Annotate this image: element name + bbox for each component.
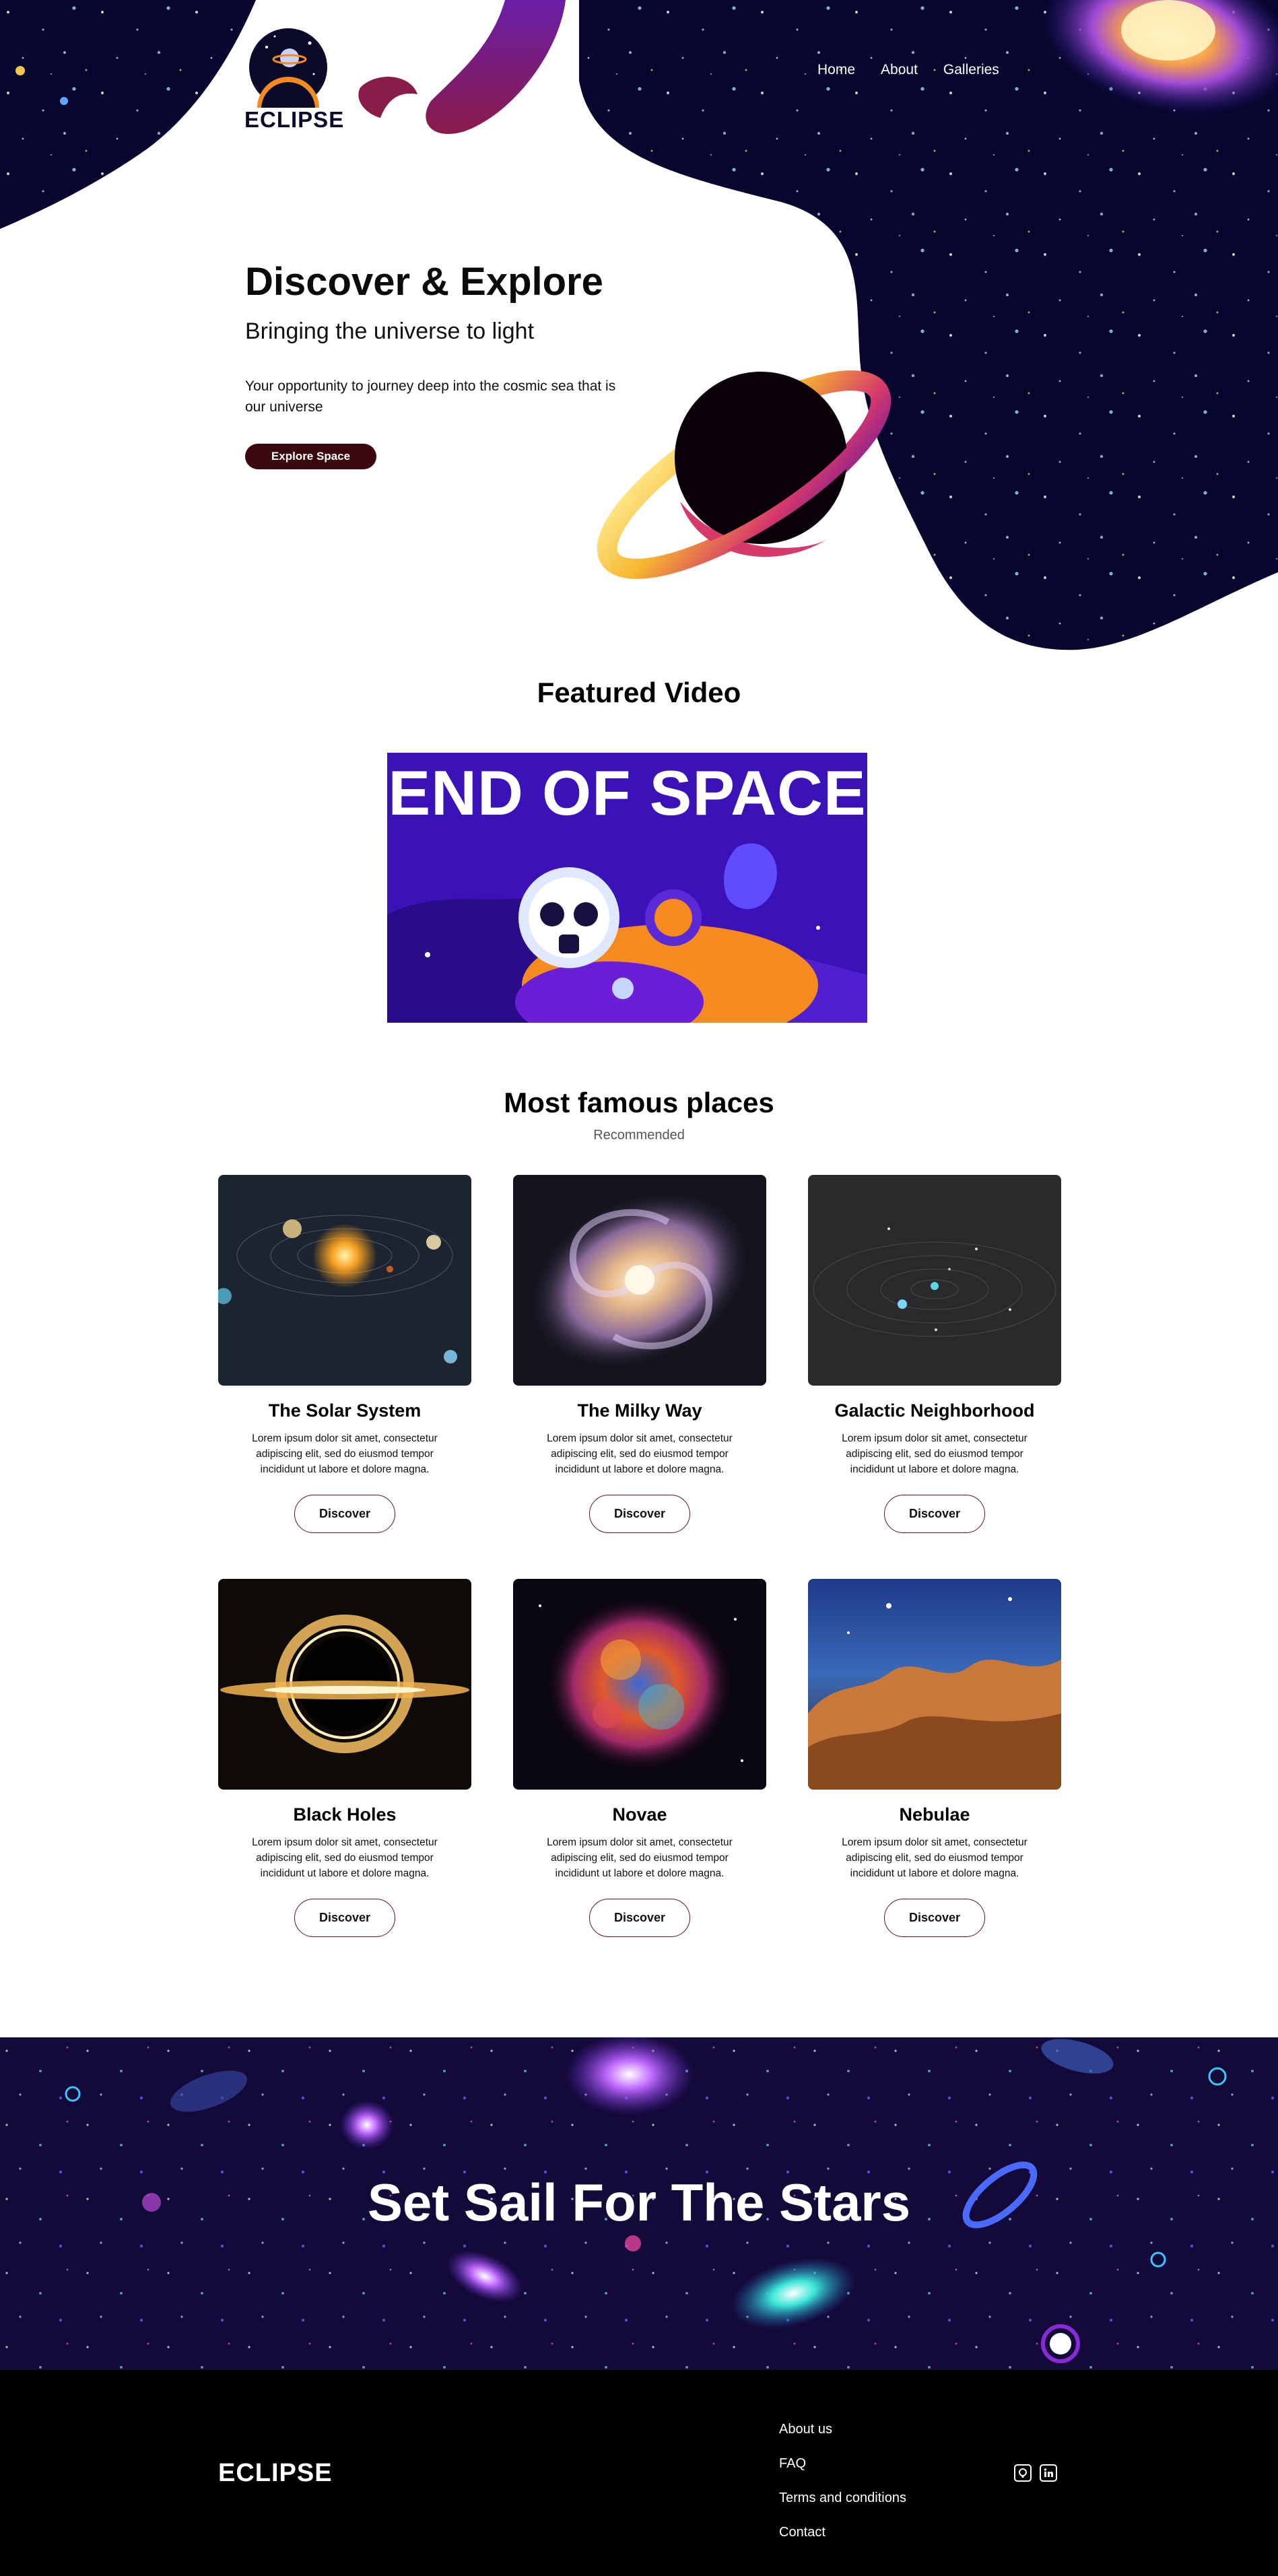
discover-button[interactable]: Discover — [884, 1899, 985, 1937]
linkedin-icon[interactable] — [1040, 2464, 1057, 2482]
footer-links: About us FAQ Terms and conditions Contac… — [779, 2421, 906, 2540]
famous-places-title: Most famous places — [504, 1087, 774, 1118]
black-hole-image — [218, 1579, 471, 1790]
card-description: Lorem ipsum dolor sit amet, consectetur … — [842, 1837, 1028, 1879]
discover-button[interactable]: Discover — [294, 1899, 395, 1937]
hero-subtitle: Bringing the universe to light — [245, 318, 535, 344]
card-title: Black Holes — [293, 1804, 397, 1825]
place-card-novae: Novae Lorem ipsum dolor sit amet, consec… — [513, 1579, 766, 1937]
discover-button[interactable]: Discover — [294, 1495, 395, 1533]
place-card-nebulae: Nebulae Lorem ipsum dolor sit amet, cons… — [808, 1579, 1061, 1937]
discover-button[interactable]: Discover — [884, 1495, 985, 1533]
discover-button[interactable]: Discover — [589, 1899, 690, 1937]
card-description: Lorem ipsum dolor sit amet, consectetur … — [252, 1837, 438, 1879]
milky-way-image — [513, 1175, 766, 1386]
github-icon[interactable] — [1014, 2464, 1032, 2482]
card-title: The Milky Way — [577, 1400, 702, 1421]
nav-about[interactable]: About — [881, 62, 918, 78]
galactic-neighborhood-image — [808, 1175, 1061, 1386]
featured-video-title: Featured Video — [537, 677, 741, 708]
famous-places-subtitle: Recommended — [593, 1128, 685, 1143]
logo-planet-icon — [249, 28, 327, 139]
nebula-image — [808, 1579, 1061, 1790]
place-card-black-holes: Black Holes Lorem ipsum dolor sit amet, … — [218, 1579, 471, 1937]
set-sail-banner: Set Sail For The Stars — [0, 2037, 1278, 2370]
hero-background — [0, 0, 1278, 667]
place-card-galactic-neighborhood: Galactic Neighborhood Lorem ipsum dolor … — [808, 1175, 1061, 1533]
card-title: Novae — [612, 1804, 667, 1825]
nova-image — [513, 1579, 766, 1790]
place-card-milky-way: The Milky Way Lorem ipsum dolor sit amet… — [513, 1175, 766, 1533]
page: ECLIPSE Home About Galleries Discover & … — [0, 0, 1278, 2576]
video-title: END OF SPACE — [388, 757, 867, 828]
card-description: Lorem ipsum dolor sit amet, consectetur … — [547, 1433, 733, 1475]
footer: ECLIPSE About us FAQ Terms and condition… — [0, 2370, 1278, 2576]
footer-link-about-us[interactable]: About us — [779, 2421, 906, 2437]
card-description: Lorem ipsum dolor sit amet, consectetur … — [252, 1433, 438, 1475]
hero-section: ECLIPSE Home About Galleries Discover & … — [0, 0, 1278, 667]
nav-galleries[interactable]: Galleries — [943, 62, 999, 78]
footer-logo[interactable]: ECLIPSE — [218, 2459, 333, 2488]
card-title: The Solar System — [268, 1400, 422, 1421]
place-card-solar-system: The Solar System Lorem ipsum dolor sit a… — [218, 1175, 471, 1533]
footer-link-contact[interactable]: Contact — [779, 2524, 906, 2540]
social-links — [1014, 2464, 1057, 2482]
solar-system-image — [218, 1175, 471, 1386]
brand-logo[interactable]: ECLIPSE — [244, 27, 345, 139]
explore-space-button[interactable]: Explore Space — [245, 444, 376, 469]
hero-description: Your opportunity to journey deep into th… — [245, 378, 616, 415]
hero-title: Discover & Explore — [245, 260, 603, 304]
card-title: Nebulae — [899, 1804, 970, 1825]
discover-button[interactable]: Discover — [589, 1495, 690, 1533]
featured-video-player[interactable]: END OF SPACE — [387, 753, 867, 1023]
logo-text: ECLIPSE — [244, 107, 345, 132]
nav-home[interactable]: Home — [817, 62, 855, 78]
main-nav: Home About Galleries — [817, 62, 999, 78]
card-title: Galactic Neighborhood — [834, 1400, 1035, 1421]
banner-title: Set Sail For The Stars — [367, 2173, 911, 2232]
card-description: Lorem ipsum dolor sit amet, consectetur … — [547, 1837, 733, 1879]
footer-link-faq[interactable]: FAQ — [779, 2455, 906, 2472]
card-description: Lorem ipsum dolor sit amet, consectetur … — [842, 1433, 1028, 1475]
footer-link-terms[interactable]: Terms and conditions — [779, 2490, 906, 2506]
